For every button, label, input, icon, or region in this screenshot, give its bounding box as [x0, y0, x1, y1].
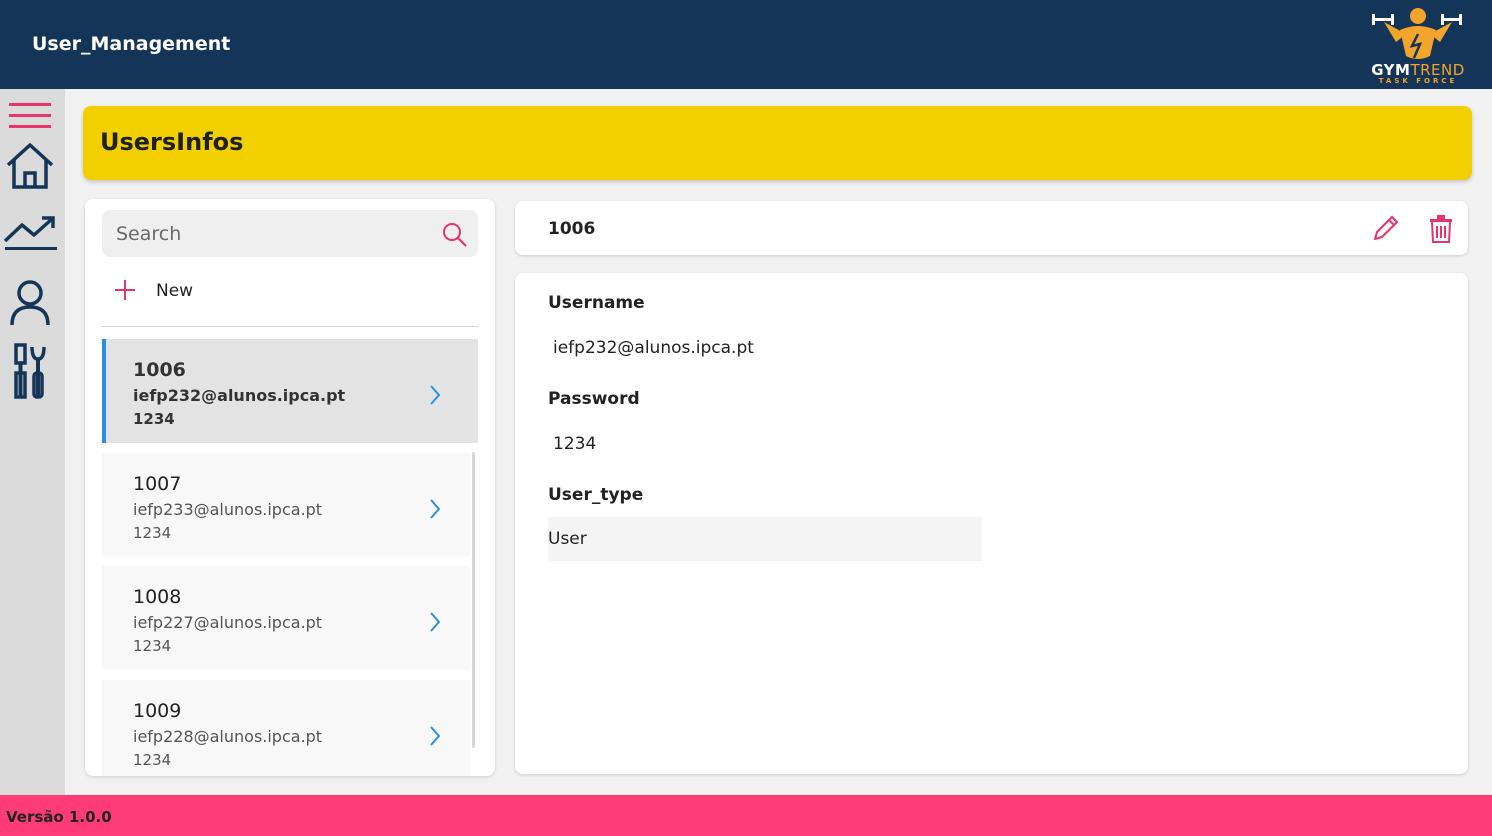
footer-bar: Versão 1.0.0: [0, 795, 1492, 836]
user-icon[interactable]: [0, 279, 60, 327]
detail-user-id: 1006: [548, 219, 596, 239]
users-list-panel: New 1006 iefp232@alunos.ipca.pt 1234 100…: [85, 199, 495, 776]
edit-pencil-icon[interactable]: [1371, 213, 1401, 243]
list-item[interactable]: 1009 iefp228@alunos.ipca.pt 1234: [102, 680, 470, 776]
password-label: Password: [548, 389, 640, 409]
list-item[interactable]: 1008 iefp227@alunos.ipca.pt 1234: [102, 566, 470, 670]
hamburger-menu-icon[interactable]: [0, 101, 60, 131]
plus-icon: [115, 280, 135, 300]
detail-form: Username iefp232@alunos.ipca.pt Password…: [515, 273, 1468, 774]
search-input[interactable]: [102, 210, 432, 257]
user-type-label: User_type: [548, 485, 644, 505]
app-title: User_Management: [32, 33, 231, 55]
chevron-right-icon: [430, 726, 441, 746]
trend-chart-icon[interactable]: [0, 213, 60, 253]
tools-icon[interactable]: [0, 343, 60, 401]
username-value: iefp232@alunos.ipca.pt: [553, 338, 754, 358]
sidebar: [0, 89, 65, 795]
top-bar: User_Management GYMTREND TASK FORCE: [0, 0, 1492, 89]
user-password: 1234: [133, 524, 172, 542]
version-label: Versão 1.0.0: [6, 808, 112, 826]
page-title: UsersInfos: [100, 128, 244, 156]
user-id: 1007: [133, 473, 182, 495]
user-id: 1009: [133, 700, 182, 722]
new-user-label: New: [156, 281, 194, 301]
user-type-value: User: [548, 529, 587, 549]
chevron-right-icon: [430, 385, 441, 405]
logo-subtitle: TASK FORCE: [1378, 77, 1458, 85]
detail-header: 1006: [515, 201, 1468, 255]
home-icon[interactable]: [0, 141, 60, 191]
user-email: iefp233@alunos.ipca.pt: [133, 500, 323, 519]
user-id: 1008: [133, 586, 182, 608]
chevron-right-icon: [430, 499, 441, 519]
list-scrollbar[interactable]: [472, 452, 475, 748]
chevron-right-icon: [430, 612, 441, 632]
user-type-field: User: [548, 517, 982, 561]
new-user-button[interactable]: New: [102, 269, 478, 315]
page-header: UsersInfos: [83, 106, 1472, 180]
list-item[interactable]: 1007 iefp233@alunos.ipca.pt 1234: [102, 453, 470, 557]
user-password: 1234: [133, 751, 172, 769]
search-icon[interactable]: [442, 222, 468, 248]
list-item[interactable]: 1006 iefp232@alunos.ipca.pt 1234: [102, 339, 478, 443]
trash-icon[interactable]: [1427, 214, 1455, 244]
gymtrend-logo: GYMTREND TASK FORCE: [1366, 4, 1470, 86]
user-email: iefp232@alunos.ipca.pt: [133, 386, 346, 405]
divider: [102, 326, 478, 327]
selection-indicator: [102, 339, 106, 443]
user-password: 1234: [133, 410, 175, 428]
user-email: iefp228@alunos.ipca.pt: [133, 727, 323, 746]
username-label: Username: [548, 293, 645, 313]
user-email: iefp227@alunos.ipca.pt: [133, 613, 323, 632]
gymtrend-mascot-icon: [1372, 8, 1462, 59]
user-id: 1006: [133, 359, 186, 381]
user-password: 1234: [133, 637, 172, 655]
password-value: 1234: [553, 434, 597, 454]
search-box: [102, 210, 478, 257]
